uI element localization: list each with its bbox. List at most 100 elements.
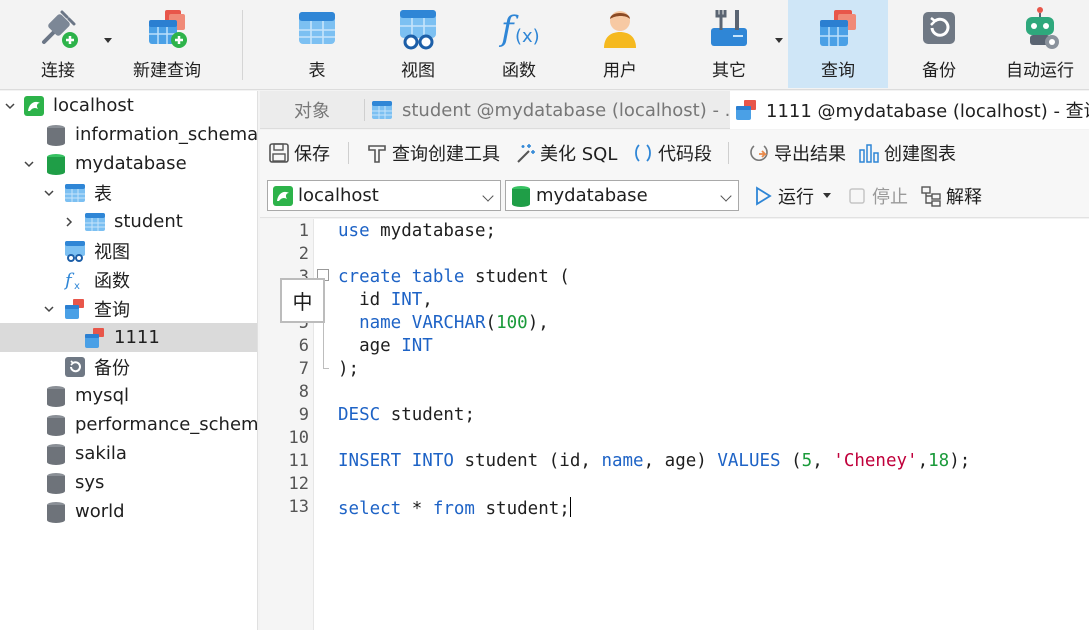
- run-button[interactable]: 运行: [752, 180, 831, 211]
- tree-label: 1111: [114, 327, 160, 348]
- tree-item-views[interactable]: 视图: [0, 236, 257, 265]
- functions-button[interactable]: f (x) 函数: [489, 0, 549, 88]
- save-button[interactable]: 保存: [268, 130, 330, 176]
- toolbar-separator: [728, 142, 729, 164]
- query-builder-icon: [366, 142, 388, 164]
- tree-item-database[interactable]: sys: [0, 468, 257, 497]
- new-query-button[interactable]: 新建查询: [124, 0, 210, 88]
- tables-button[interactable]: 表: [287, 0, 347, 88]
- views-button[interactable]: 视图: [388, 0, 448, 88]
- tree-label: 表: [94, 183, 112, 205]
- stop-button[interactable]: 停止: [846, 180, 908, 211]
- save-icon: [268, 142, 290, 164]
- toolbar-separator: [242, 10, 243, 80]
- connection-select[interactable]: localhost: [267, 180, 501, 211]
- mysql-connection-icon: [23, 95, 45, 117]
- chevron-down-icon[interactable]: [42, 186, 56, 200]
- line-number: 7: [298, 359, 309, 379]
- tab-objects[interactable]: 对象: [260, 91, 364, 129]
- tree-item-functions[interactable]: fx 函数: [0, 265, 257, 294]
- chevron-down-icon[interactable]: [3, 99, 17, 113]
- tables-label: 表: [308, 61, 326, 81]
- database-icon: [45, 124, 67, 146]
- query-builder-button[interactable]: 查询创建工具: [366, 130, 500, 176]
- ime-label: 中: [292, 290, 313, 314]
- navigation-tree: localhost information_schema mydatabase …: [0, 91, 258, 630]
- tree-label: 查询: [94, 299, 130, 321]
- tree-item-connection[interactable]: localhost: [0, 91, 257, 120]
- svg-text:(x): (x): [515, 26, 540, 47]
- query-builder-label: 查询创建工具: [392, 144, 500, 165]
- run-dropdown-arrow[interactable]: [823, 193, 831, 198]
- code-snippet-button[interactable]: 代码段: [632, 130, 712, 176]
- connect-button[interactable]: 连接: [28, 0, 88, 88]
- export-label: 导出结果: [774, 144, 846, 165]
- tab-bar: 对象 student @mydatabase (localhost) - ...…: [260, 91, 1089, 129]
- query-icon: [64, 298, 86, 320]
- others-dropdown-arrow[interactable]: [775, 38, 783, 43]
- table-icon: [370, 98, 394, 122]
- stop-label: 停止: [872, 186, 908, 208]
- export-results-button[interactable]: 导出结果: [748, 130, 846, 176]
- backup-label: 备份: [922, 61, 956, 81]
- chevron-right-icon[interactable]: [62, 215, 76, 229]
- tools-icon: [707, 6, 751, 50]
- tree-label: world: [75, 501, 125, 522]
- explain-button[interactable]: 解释: [920, 180, 982, 211]
- line-number: 10: [288, 428, 309, 448]
- explain-icon: [920, 185, 942, 207]
- create-chart-button[interactable]: 创建图表: [858, 130, 956, 176]
- tree-item-database[interactable]: sakila: [0, 439, 257, 468]
- tab-student-table[interactable]: student @mydatabase (localhost) - ...: [366, 91, 730, 129]
- chevron-down-icon[interactable]: [22, 157, 36, 171]
- tree-label: 备份: [94, 357, 130, 379]
- query-toolbar: 保存 查询创建工具 美化 SQL 代码段 导出结果 创建图表: [260, 130, 1089, 176]
- tree-item-database[interactable]: mydatabase: [0, 149, 257, 178]
- query-icon: [84, 327, 106, 349]
- tree-label: localhost: [53, 95, 134, 116]
- robot-icon: [1018, 6, 1062, 50]
- plug-icon: [36, 6, 80, 50]
- line-number: 12: [288, 474, 309, 494]
- fold-guide-end: [323, 368, 329, 369]
- tree-item-database[interactable]: mysql: [0, 381, 257, 410]
- automation-button[interactable]: 自动运行: [1000, 0, 1080, 88]
- database-select[interactable]: mydatabase: [505, 180, 739, 211]
- users-button[interactable]: 用户: [590, 0, 650, 88]
- beautify-sql-button[interactable]: 美化 SQL: [514, 130, 617, 176]
- tree-item-queries[interactable]: 查询: [0, 294, 257, 323]
- line-number: 8: [298, 382, 309, 402]
- chevron-down-icon[interactable]: [42, 302, 56, 316]
- tree-item-table[interactable]: student: [0, 207, 257, 236]
- queries-button[interactable]: 查询: [788, 0, 888, 88]
- tree-item-database[interactable]: information_schema: [0, 120, 257, 149]
- tree-item-database[interactable]: performance_schema: [0, 410, 257, 439]
- tab-label: 对象: [294, 101, 330, 122]
- database-icon: [510, 185, 532, 207]
- others-button[interactable]: 其它: [699, 0, 759, 88]
- chart-label: 创建图表: [884, 144, 956, 165]
- tree-item-backups[interactable]: 备份: [0, 352, 257, 381]
- chevron-down-icon: [482, 190, 494, 202]
- database-icon: [45, 501, 67, 523]
- tree-label: information_schema: [75, 124, 258, 145]
- tree-item-database[interactable]: world: [0, 497, 257, 526]
- connect-dropdown-arrow[interactable]: [104, 38, 112, 43]
- database-icon: [45, 153, 67, 175]
- database-icon: [45, 414, 67, 436]
- code-line-3: create table student (: [338, 267, 570, 287]
- tree-item-tables[interactable]: 表: [0, 178, 257, 207]
- text-caret: [569, 497, 571, 517]
- tab-separator: [364, 99, 365, 121]
- table-icon: [84, 211, 106, 233]
- tab-query-1111[interactable]: 1111 @mydatabase (localhost) - 查询: [730, 91, 1089, 129]
- view-icon: [396, 6, 440, 50]
- backup-button[interactable]: 备份: [909, 0, 969, 88]
- connection-select-value: localhost: [298, 185, 379, 206]
- explain-label: 解释: [946, 186, 982, 208]
- tree-item-query-selected[interactable]: 1111: [0, 323, 257, 352]
- ime-indicator[interactable]: 中: [280, 278, 325, 323]
- tab-label: 1111 @mydatabase (localhost) - 查询: [766, 101, 1089, 122]
- functions-label: 函数: [502, 61, 536, 81]
- sql-editor[interactable]: 1 2 3 4 5 6 7 8 9 10 11 12 13 use mydata…: [260, 219, 1089, 630]
